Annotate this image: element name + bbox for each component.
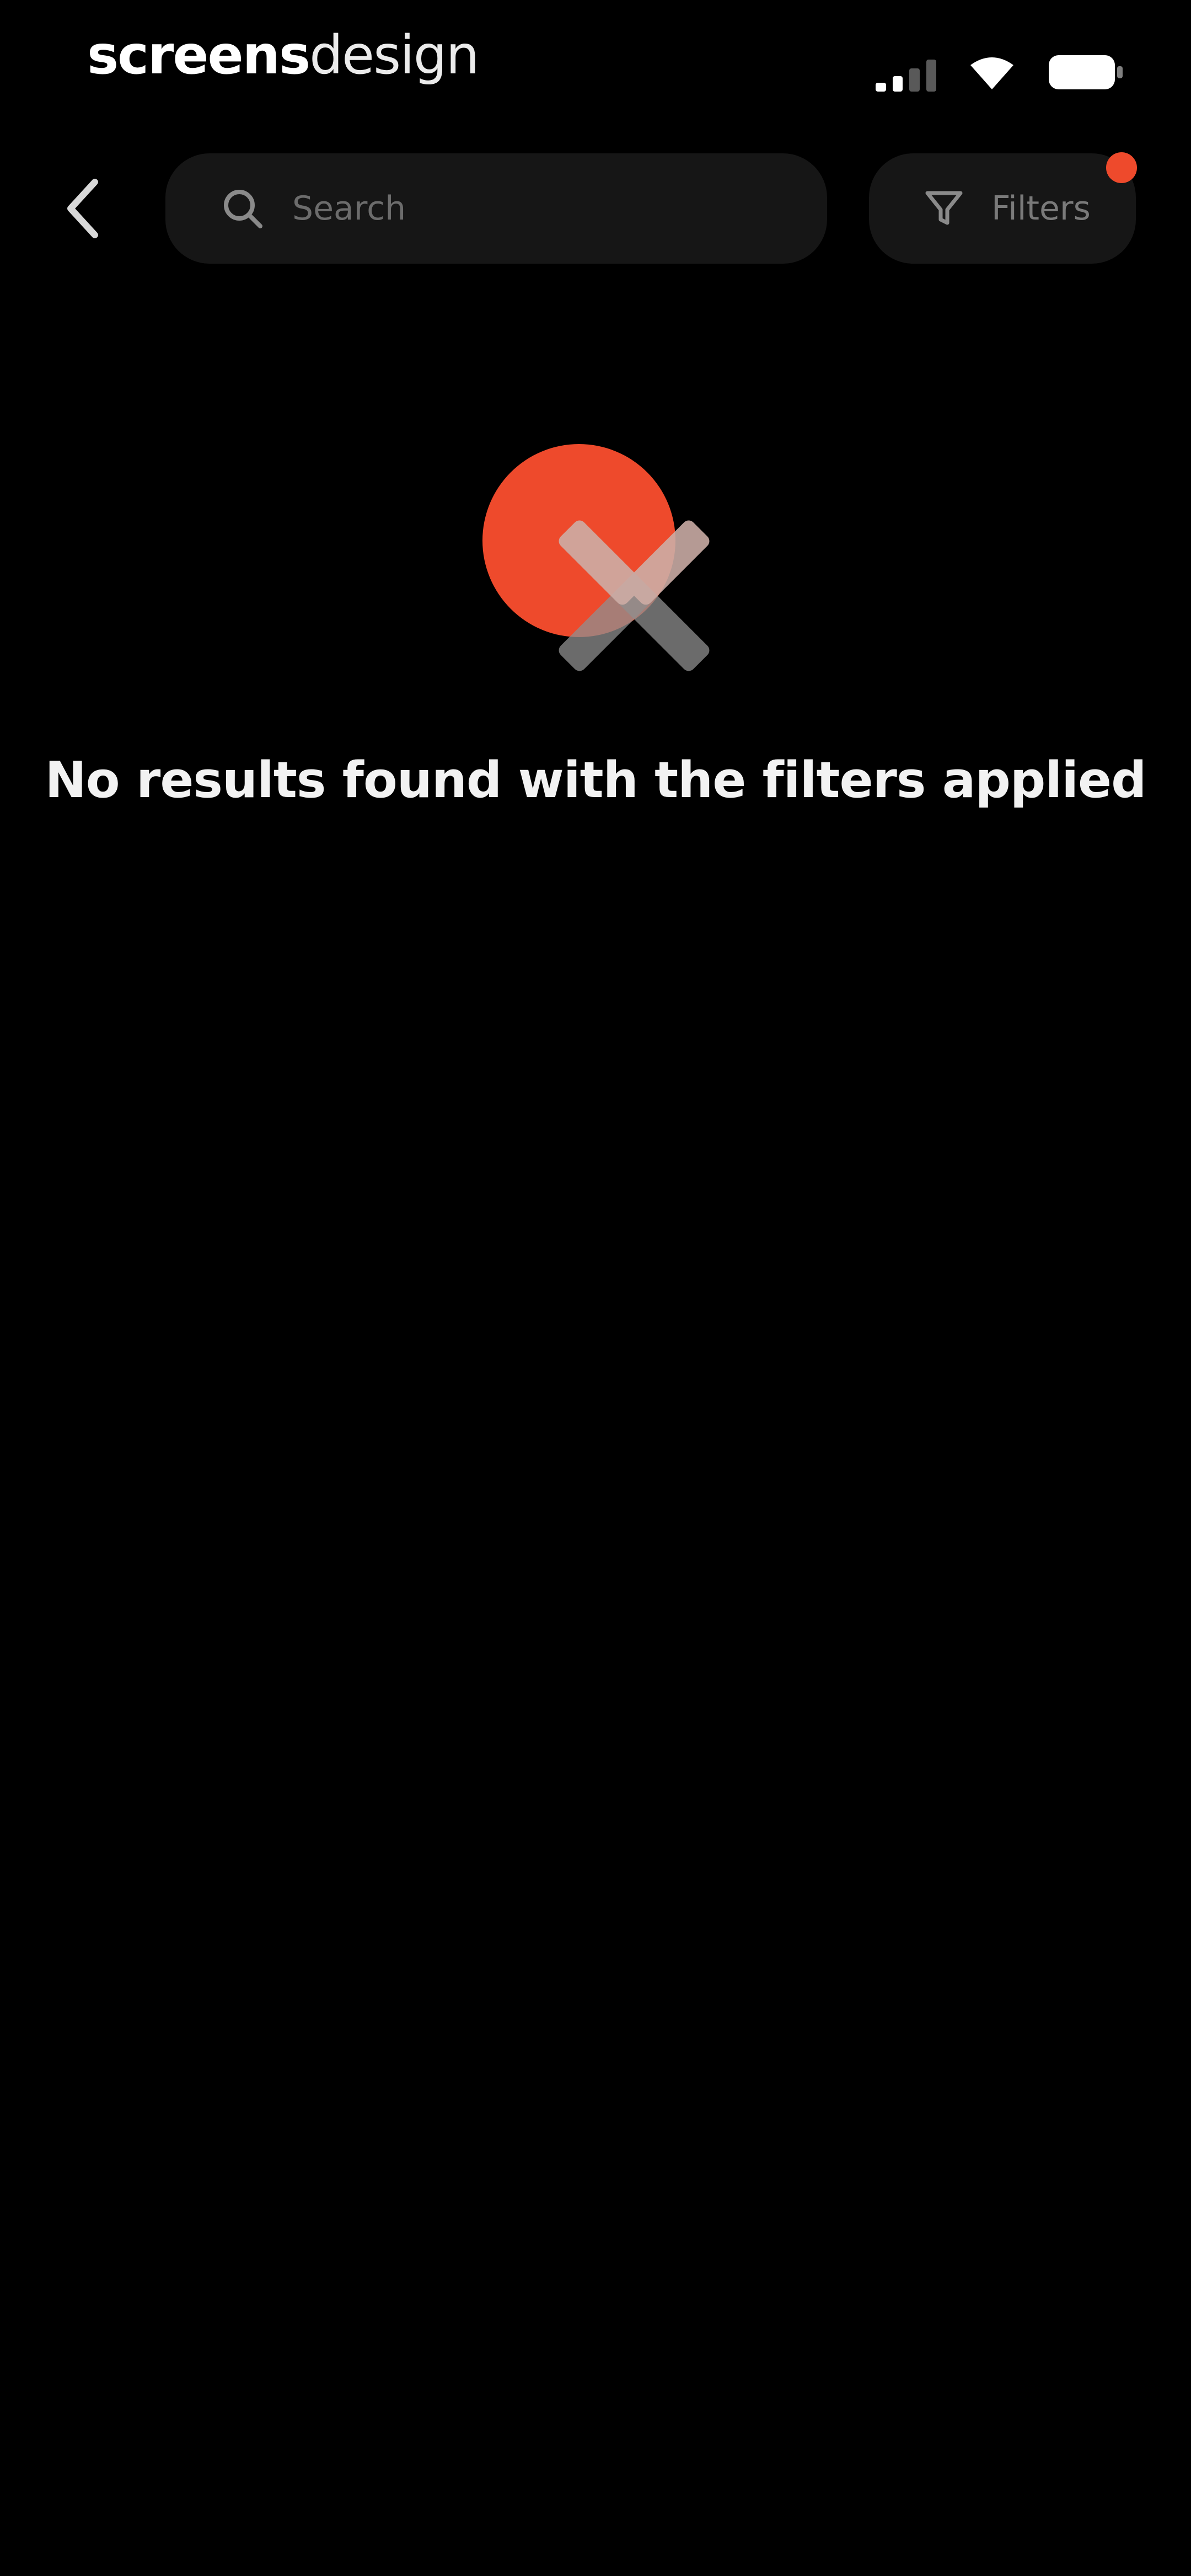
- brand-logo: screensdesign: [87, 22, 480, 88]
- search-input[interactable]: [291, 175, 790, 242]
- battery-icon: [1048, 53, 1125, 92]
- brand-logo-light: design: [309, 24, 479, 86]
- search-bar[interactable]: [165, 153, 827, 264]
- funnel-icon: [921, 185, 967, 232]
- filter-active-badge: [1106, 152, 1137, 183]
- chevron-left-icon: [61, 175, 105, 244]
- filters-button[interactable]: Filters: [869, 153, 1136, 264]
- back-button[interactable]: [44, 160, 121, 259]
- empty-state-message: No results found with the filters applie…: [45, 751, 1146, 809]
- signal-icon: [876, 56, 936, 92]
- status-bar: screensdesign: [0, 0, 1191, 121]
- filters-label: Filters: [991, 189, 1091, 228]
- brand-logo-bold: screens: [87, 24, 310, 86]
- no-results-icon: [480, 441, 733, 695]
- search-icon: [216, 182, 269, 235]
- status-icons: [876, 47, 1125, 92]
- wifi-icon: [967, 53, 1017, 92]
